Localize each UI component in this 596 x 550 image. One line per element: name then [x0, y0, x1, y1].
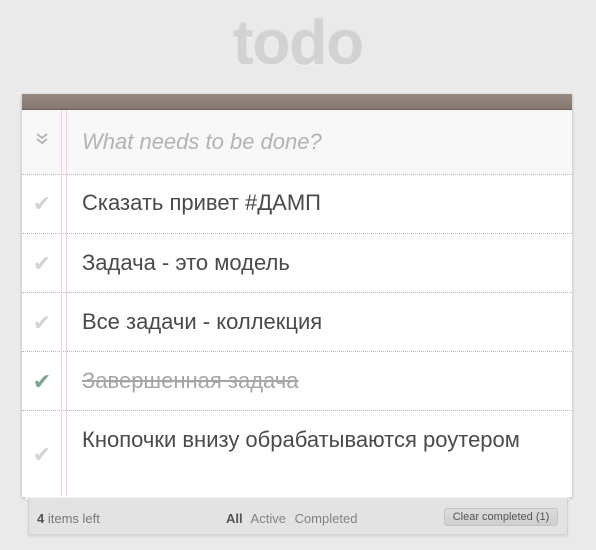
checkmark-icon[interactable]: ✔	[30, 311, 54, 335]
todo-item: ✔ Кнопочки внизу обрабатываются роутером	[22, 411, 572, 497]
items-left-number: 4	[37, 511, 45, 526]
checkmark-icon[interactable]: ✔	[30, 370, 54, 394]
items-left-count: 4 items left	[37, 511, 100, 526]
todo-item-completed: ✔ Завершенная задача	[22, 352, 572, 411]
new-todo-row	[22, 110, 572, 175]
new-todo-input[interactable]	[82, 126, 552, 158]
filter-active[interactable]: Active	[251, 511, 286, 526]
todo-label[interactable]: Сказать привет #ДАМП	[82, 189, 552, 217]
todo-list: ✔ Сказать привет #ДАМП ✔ Задача - это мо…	[22, 174, 572, 497]
filter-all[interactable]: All	[226, 511, 243, 526]
app-title: todo	[232, 9, 364, 78]
todo-item: ✔ Сказать привет #ДАМП	[22, 174, 572, 234]
filter-completed[interactable]: Completed	[295, 511, 358, 526]
todo-item: ✔ Задача - это модель	[22, 234, 572, 293]
checkmark-icon[interactable]: ✔	[30, 192, 54, 216]
clear-completed-button[interactable]: Clear completed (1)	[444, 508, 558, 526]
footer: 4 items left All Active Completed Clear …	[28, 498, 568, 535]
todo-label[interactable]: Кнопочки внизу обрабатываются роутером	[82, 426, 552, 454]
filters: All Active Completed	[226, 511, 362, 526]
checkmark-icon[interactable]: ✔	[30, 252, 54, 276]
todo-app: ✔ Сказать привет #ДАМП ✔ Задача - это мо…	[22, 94, 572, 497]
todo-item: ✔ Все задачи - коллекция	[22, 293, 572, 352]
todo-label[interactable]: Задача - это модель	[82, 249, 552, 277]
checkmark-icon[interactable]: ✔	[30, 443, 54, 467]
todo-label[interactable]: Все задачи - коллекция	[82, 308, 552, 336]
items-left-label: items left	[47, 511, 100, 526]
double-chevron-down-icon	[36, 133, 48, 145]
toggle-all-icon[interactable]	[35, 132, 49, 150]
header-bar	[22, 94, 572, 110]
todo-label[interactable]: Завершенная задача	[82, 367, 552, 395]
